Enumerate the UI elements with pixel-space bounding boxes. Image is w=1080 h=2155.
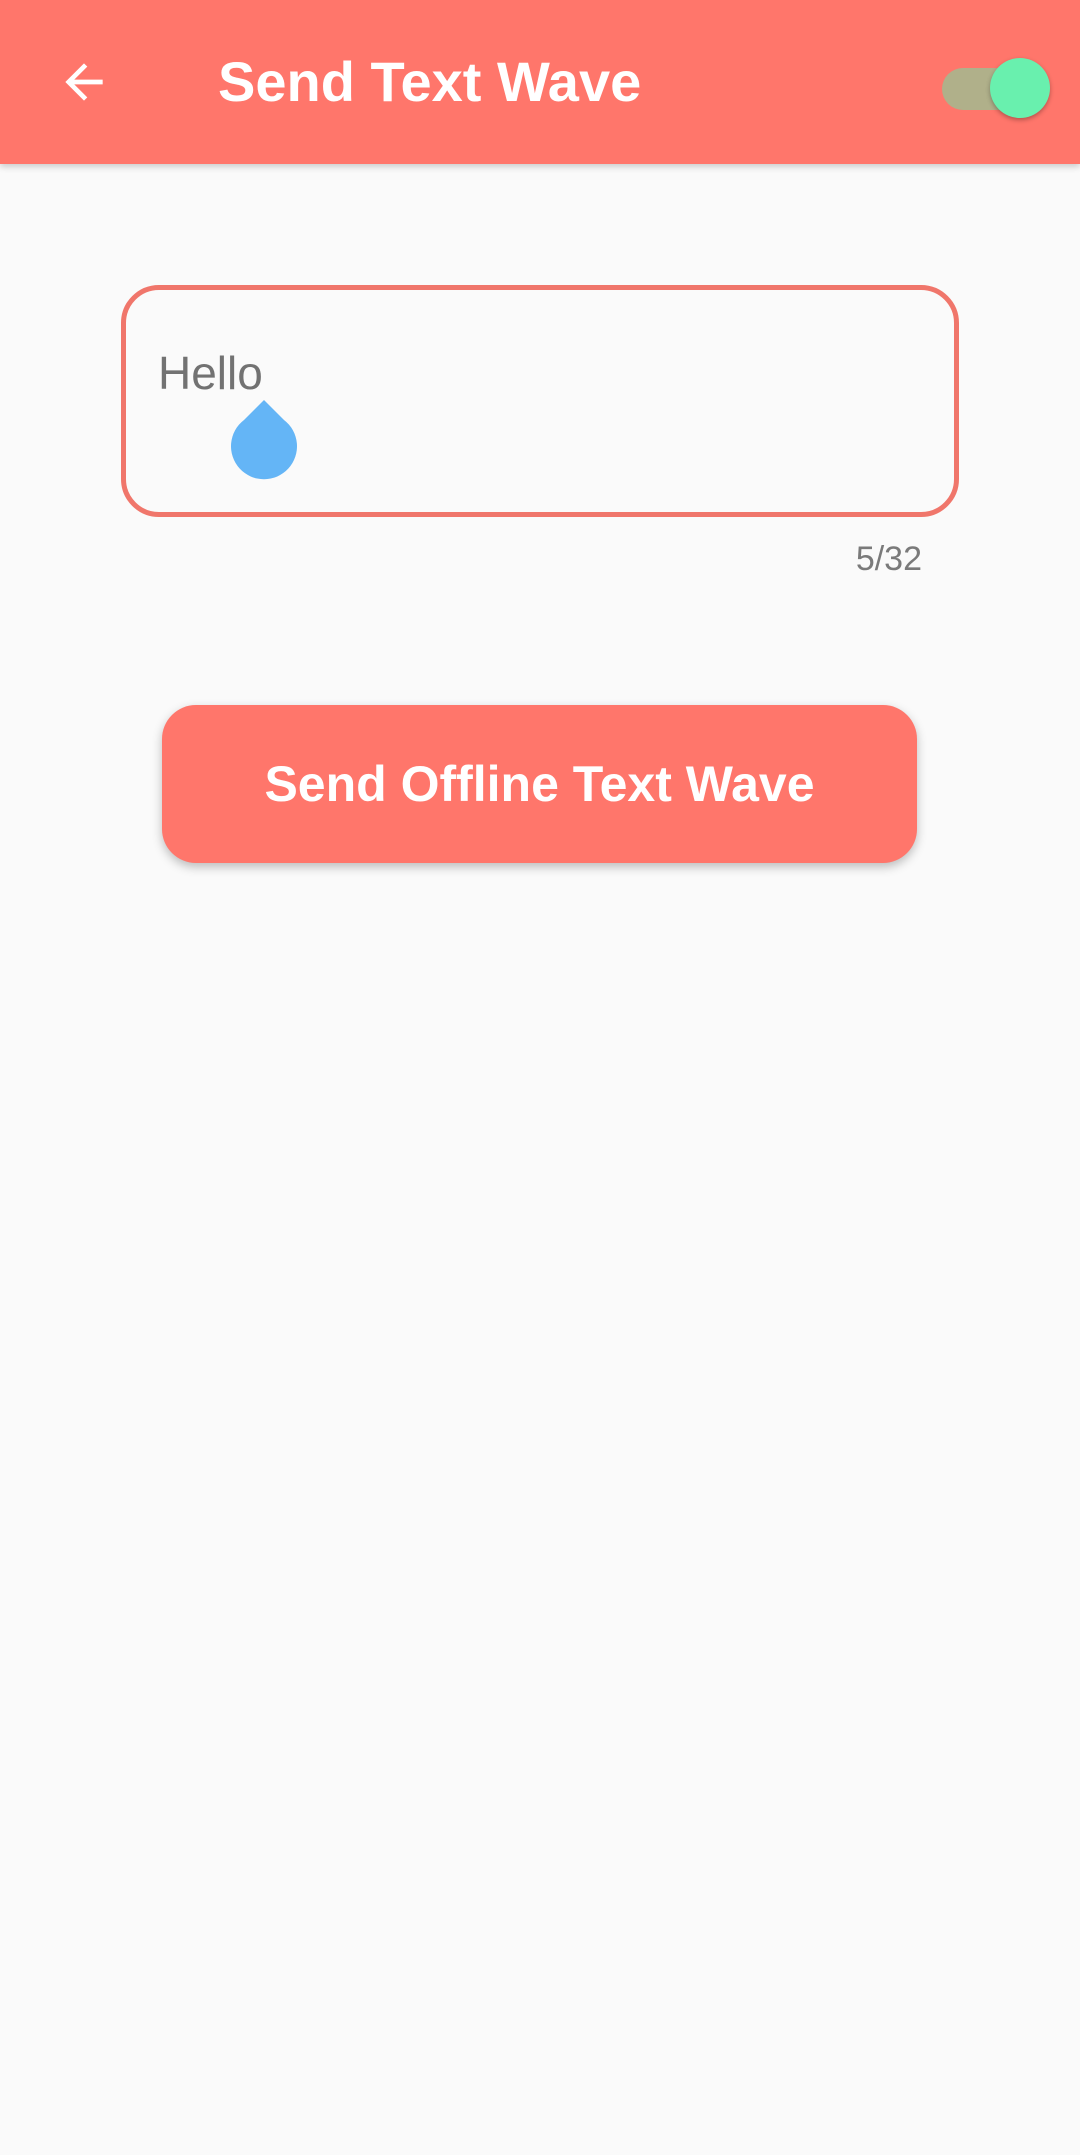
message-input-value: Hello bbox=[158, 347, 263, 399]
toggle-thumb bbox=[990, 58, 1050, 118]
arrow-back-icon bbox=[65, 63, 103, 101]
page-title: Send Text Wave bbox=[218, 50, 642, 113]
send-offline-text-wave-button[interactable]: Send Offline Text Wave bbox=[162, 705, 917, 863]
character-counter: 5/32 bbox=[855, 540, 922, 578]
mode-toggle-switch[interactable] bbox=[930, 50, 1054, 118]
app-screen: Send Text Wave Hello 5/32 Send Offline T… bbox=[0, 0, 1080, 2155]
text-cursor-handle-icon[interactable] bbox=[231, 400, 297, 482]
back-button[interactable] bbox=[38, 36, 130, 128]
message-input[interactable]: Hello bbox=[121, 285, 959, 517]
app-bar: Send Text Wave bbox=[0, 0, 1080, 164]
